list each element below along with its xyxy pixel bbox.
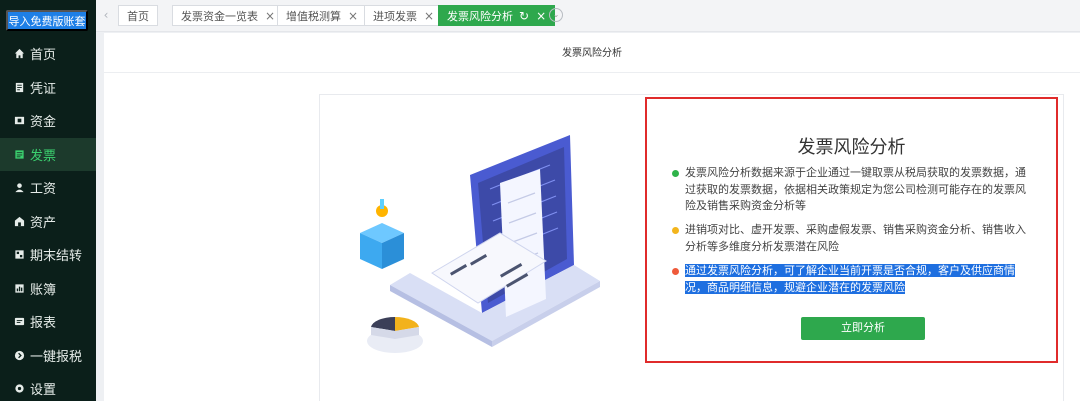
sidebar-item-ledger[interactable]: 账簿: [0, 272, 96, 306]
close-icon[interactable]: ×: [348, 9, 358, 23]
sidebar-item-label: 工资: [30, 182, 57, 198]
sidebar-item-label: 凭证: [30, 81, 57, 97]
chevron-down-icon[interactable]: ⌄: [549, 8, 563, 22]
yellow-dot-icon: [672, 227, 679, 234]
tab-vat-estimate[interactable]: 增值税测算 ×: [277, 5, 368, 26]
bullet-text: 发票风险分析数据来源于企业通过一键取票从税局获取的发票数据，通过获取的发票数据，…: [685, 166, 1026, 212]
sidebar-item-label: 期末结转: [30, 249, 83, 265]
sidebar-item-tax[interactable]: 一键报税: [0, 339, 96, 373]
funds-icon: [13, 115, 25, 127]
info-bullet: 通过发票风险分析，可了解企业当前开票是否合规，客户及供应商情况，商品明细信息，规…: [672, 263, 1035, 296]
close-icon[interactable]: ×: [536, 9, 546, 23]
bullet-text: 进销项对比、虚开发票、采购虚假发票、销售采购资金分析、销售收入分析等多维度分析发…: [685, 223, 1026, 253]
info-bullet: 发票风险分析数据来源于企业通过一键取票从税局获取的发票数据，通过获取的发票数据，…: [672, 165, 1035, 215]
tab-input-invoice[interactable]: 进项发票 ×: [364, 5, 444, 26]
sidebar-item-label: 发票: [30, 148, 57, 164]
sidebar-item-funds[interactable]: 资金: [0, 104, 96, 138]
sidebar-item-invoice[interactable]: 发票: [0, 137, 96, 171]
sidebar-item-home[interactable]: 首页: [0, 37, 96, 71]
tab-label: 进项发票: [373, 9, 417, 23]
bullet-text-selected: 通过发票风险分析，可了解企业当前开票是否合规，客户及供应商情况，商品明细信息，规…: [685, 264, 1015, 294]
sidebar-item-label: 一键报税: [30, 349, 83, 365]
intro-card: 发票风险分析 发票风险分析数据来源于企业通过一键取票从税局获取的发票数据，通过获…: [319, 94, 1064, 401]
info-bullet: 进销项对比、虚开发票、采购虚假发票、销售采购资金分析、销售收入分析等多维度分析发…: [672, 222, 1035, 255]
tab-label: 首页: [127, 9, 149, 23]
sidebar-item-salary[interactable]: 工资: [0, 171, 96, 205]
tax-icon: [13, 349, 25, 361]
green-dot-icon: [672, 170, 679, 177]
tab-scroll-left-icon[interactable]: ‹: [100, 8, 112, 22]
main-content: 发票风险分析 发票风险分析 发票风险分析数据来源于企业通过一键取票从税局获取的发…: [104, 33, 1080, 401]
tab-label: 发票资金一览表: [181, 9, 258, 23]
sidebar-item-label: 资产: [30, 215, 57, 231]
closing-icon: [13, 249, 25, 261]
import-free-ledger-button[interactable]: 导入免费版账套: [6, 10, 88, 31]
sidebar-item-label: 报表: [30, 316, 57, 332]
refresh-icon[interactable]: ↻: [519, 9, 529, 23]
sidebar-item-label: 设置: [30, 383, 57, 399]
sidebar-item-label: 首页: [30, 48, 57, 64]
salary-icon: [13, 182, 25, 194]
sidebar-item-voucher[interactable]: 凭证: [0, 71, 96, 105]
home-icon: [13, 48, 25, 60]
page-title: 发票风险分析: [104, 33, 1080, 73]
settings-icon: [13, 383, 25, 395]
close-icon[interactable]: ×: [265, 9, 275, 23]
sidebar-item-label: 账簿: [30, 282, 57, 298]
sidebar-item-assets[interactable]: 资产: [0, 205, 96, 239]
tab-bar: ‹ 首页 发票资金一览表 × 增值税测算 × 进项发票 × 发票风险分析 ↻ ×…: [96, 0, 1080, 32]
info-panel: 发票风险分析 发票风险分析数据来源于企业通过一键取票从税局获取的发票数据，通过获…: [645, 97, 1058, 363]
tab-label: 发票风险分析: [447, 9, 513, 23]
sidebar-nav: 首页 凭证 资金 发票 工资 资产 期末结转 账簿 报表 一键报税 设置: [0, 37, 96, 401]
assets-icon: [13, 215, 25, 227]
invoice-icon: [13, 148, 25, 160]
sidebar-item-closing[interactable]: 期末结转: [0, 238, 96, 272]
invoice-analysis-illustration: [360, 135, 600, 353]
sidebar-item-label: 资金: [30, 115, 57, 131]
ledger-icon: [13, 282, 25, 294]
tab-home[interactable]: 首页: [118, 5, 158, 26]
analyze-now-button[interactable]: 立即分析: [801, 317, 925, 340]
sidebar-item-settings[interactable]: 设置: [0, 372, 96, 401]
voucher-icon: [13, 81, 25, 93]
sidebar-item-report[interactable]: 报表: [0, 305, 96, 339]
tab-invoice-risk-analysis[interactable]: 发票风险分析 ↻ ×: [438, 5, 556, 26]
tab-label: 增值税测算: [286, 9, 341, 23]
red-dot-icon: [672, 268, 679, 275]
close-icon[interactable]: ×: [424, 9, 434, 23]
tab-invoice-funds-overview[interactable]: 发票资金一览表 ×: [172, 5, 285, 26]
info-title: 发票风险分析: [797, 137, 906, 158]
sidebar: 导入免费版账套 首页 凭证 资金 发票 工资 资产 期末结转 账簿 报表 一键报…: [0, 0, 96, 401]
report-icon: [13, 316, 25, 328]
